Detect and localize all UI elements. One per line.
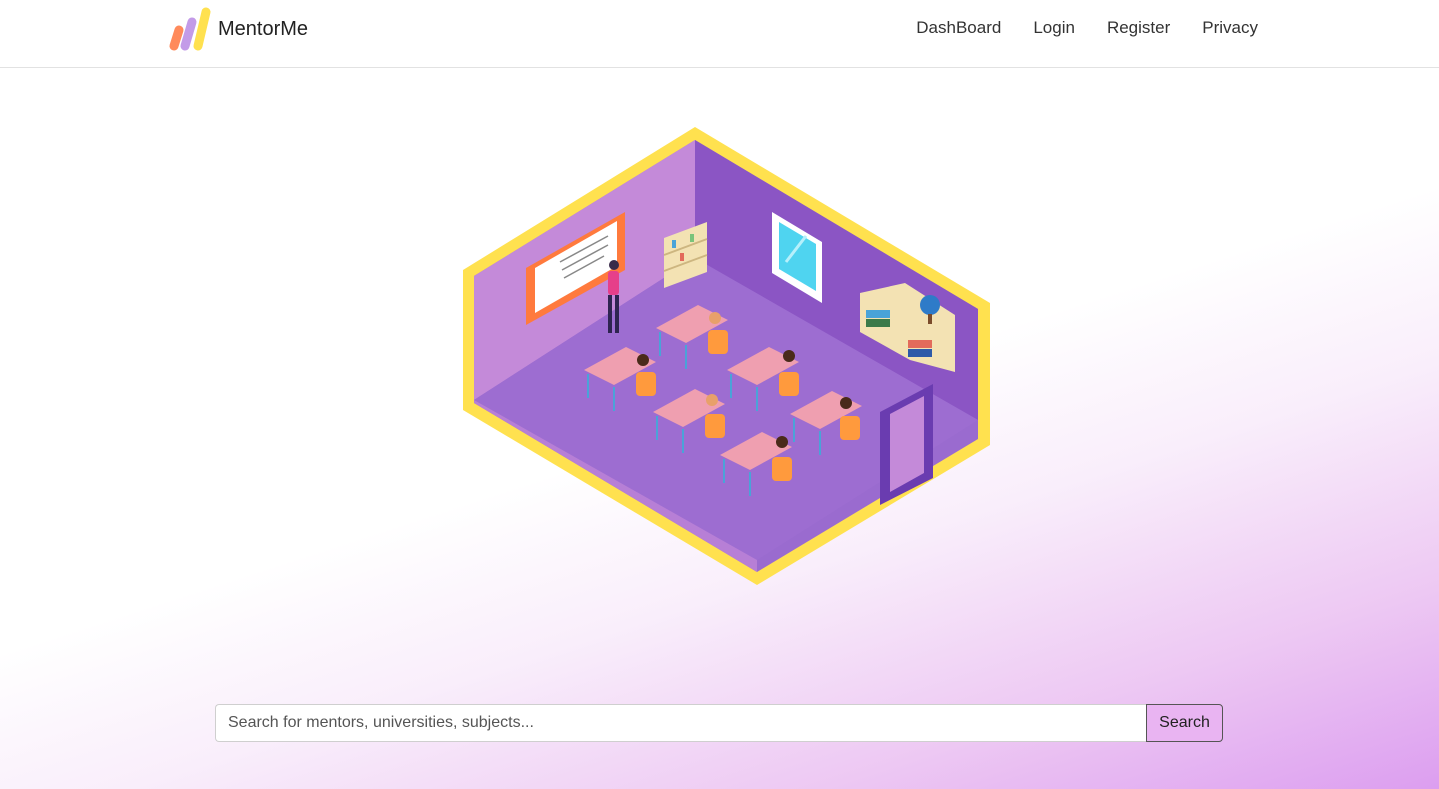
bars-logo-icon xyxy=(169,7,211,51)
brand-name[interactable]: MentorMe xyxy=(218,18,308,41)
nav-register-link[interactable]: Register xyxy=(1107,18,1170,38)
top-navbar: MentorMe DashBoard Login Register Privac… xyxy=(0,0,1439,68)
nav-dashboard-link[interactable]: DashBoard xyxy=(916,18,1001,38)
globe-icon xyxy=(920,295,940,315)
search-bar: Search xyxy=(215,704,1223,742)
search-button[interactable]: Search xyxy=(1146,704,1223,742)
isometric-classroom-illustration xyxy=(463,127,990,585)
brand[interactable]: MentorMe xyxy=(166,4,308,54)
nav-privacy-link[interactable]: Privacy xyxy=(1202,18,1258,38)
main-nav: DashBoard Login Register Privacy xyxy=(916,18,1258,38)
search-input[interactable] xyxy=(215,704,1146,742)
nav-login-link[interactable]: Login xyxy=(1033,18,1075,38)
